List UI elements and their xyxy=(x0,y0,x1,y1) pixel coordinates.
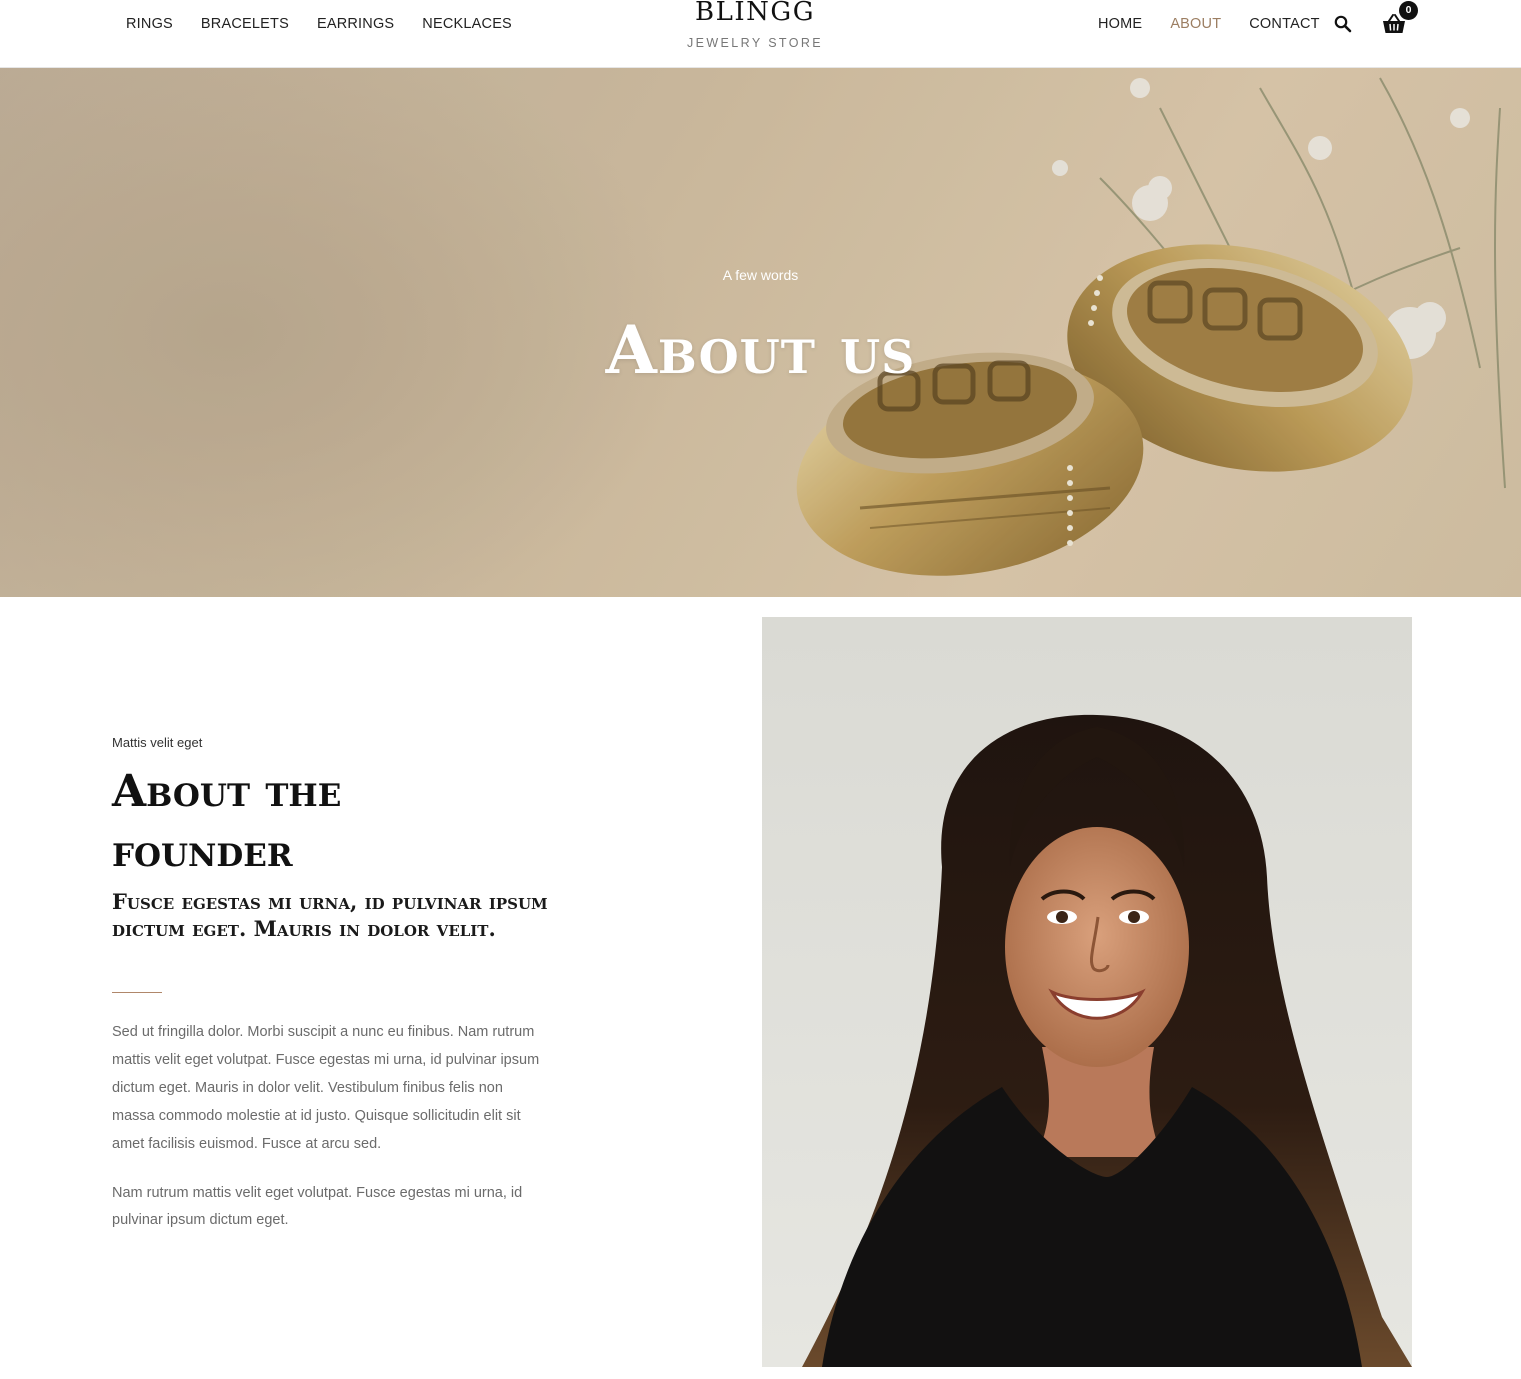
brand-tagline: JEWELRY STORE xyxy=(686,36,824,50)
founder-portrait-image xyxy=(762,617,1412,1367)
nav-link-necklaces[interactable]: NECKLACES xyxy=(422,15,512,33)
founder-paragraph-1: Sed ut fringilla dolor. Morbi suscipit a… xyxy=(112,1024,540,1152)
nav-link-contact[interactable]: CONTACT xyxy=(1249,15,1319,33)
brand-name: BLINGG xyxy=(695,0,815,27)
founder-subtitle: Fusce egestas mi urna, id pulvinar ipsum… xyxy=(112,889,548,941)
nav-link-bracelets[interactable]: BRACELETS xyxy=(201,15,289,33)
founder-title: About the founder xyxy=(112,766,342,877)
category-nav: RINGS BRACELETS EARRINGS NECKLACES xyxy=(126,15,512,33)
nav-link-earrings[interactable]: EARRINGS xyxy=(317,15,394,33)
main-nav: HOME ABOUT CONTACT xyxy=(1098,15,1320,33)
founder-kicker: Mattis velit eget xyxy=(112,735,203,750)
founder-paragraph-2: Nam rutrum mattis velit eget volutpat. F… xyxy=(112,1185,523,1228)
section-divider xyxy=(112,992,162,993)
search-icon xyxy=(1334,15,1352,33)
nav-link-home[interactable]: HOME xyxy=(1098,15,1142,33)
hero-banner: A few words About us xyxy=(0,68,1521,597)
nav-link-rings[interactable]: RINGS xyxy=(126,15,173,33)
nav-link-about[interactable]: ABOUT xyxy=(1170,15,1221,33)
founder-photo xyxy=(762,617,1412,1367)
site-header: RINGS BRACELETS EARRINGS NECKLACES BLING… xyxy=(0,0,1521,68)
cart-count-badge: 0 xyxy=(1399,1,1418,20)
site-logo[interactable]: BLINGG JEWELRY STORE xyxy=(660,0,850,50)
hero-title: About us xyxy=(605,311,916,389)
hero-kicker: A few words xyxy=(722,267,799,283)
search-button[interactable] xyxy=(1333,14,1353,34)
